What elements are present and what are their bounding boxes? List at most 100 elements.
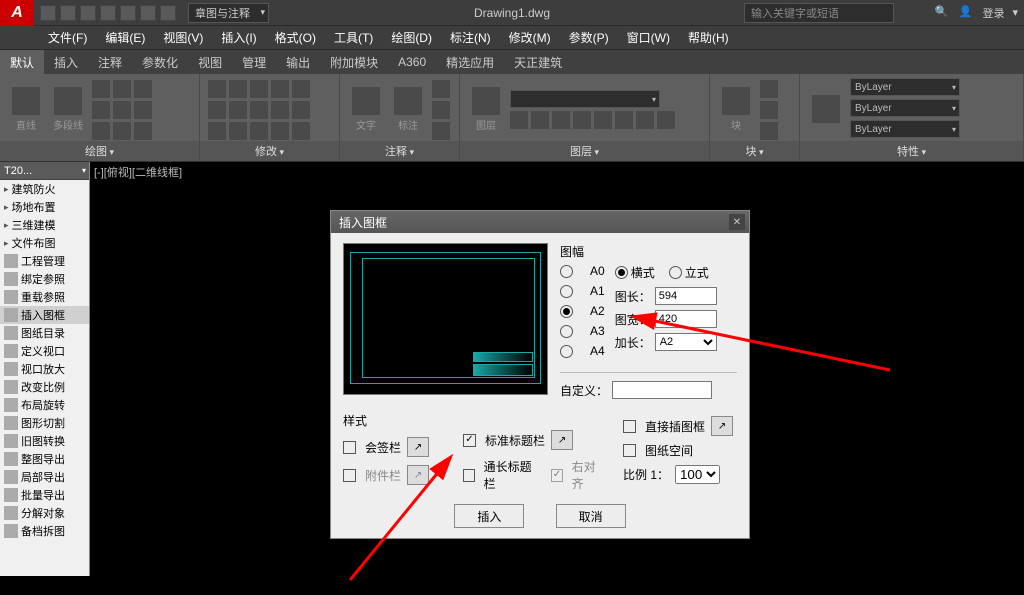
panel-annotate-label[interactable]: 注释 <box>340 141 459 161</box>
width-input[interactable] <box>655 310 717 328</box>
panel-layer-label[interactable]: 图层 <box>460 141 709 161</box>
radio-a3[interactable]: A3 <box>560 324 605 338</box>
sidebar-item-8[interactable]: 图纸目录 <box>0 324 89 342</box>
tab-insert[interactable]: 插入 <box>44 50 88 75</box>
menu-file[interactable]: 文件(F) <box>40 26 95 49</box>
menu-window[interactable]: 窗口(W) <box>619 26 678 49</box>
tab-featured[interactable]: 精选应用 <box>436 50 504 75</box>
menu-modify[interactable]: 修改(M) <box>501 26 559 49</box>
radio-vertical[interactable]: 立式 <box>669 264 709 281</box>
close-icon[interactable]: ✕ <box>729 214 745 230</box>
check-direct[interactable] <box>623 420 636 433</box>
pick-std-title[interactable]: ↗ <box>551 430 573 450</box>
sidebar-item-12[interactable]: 布局旋转 <box>0 396 89 414</box>
menu-view[interactable]: 视图(V) <box>155 26 211 49</box>
panel-draw-label[interactable]: 绘图 <box>0 141 199 161</box>
sidebar-item-4[interactable]: 工程管理 <box>0 252 89 270</box>
search-input[interactable]: 输入关键字或短语 <box>744 3 894 23</box>
check-paperspace[interactable] <box>623 444 636 457</box>
scale-select[interactable]: 100 <box>675 465 720 484</box>
sidebar-item-1[interactable]: 场地布置 <box>0 198 89 216</box>
sidebar-item-17[interactable]: 批量导出 <box>0 486 89 504</box>
radio-a1[interactable]: A1 <box>560 284 605 298</box>
custom-input[interactable] <box>612 381 712 399</box>
menu-format[interactable]: 格式(O) <box>267 26 324 49</box>
tab-view[interactable]: 视图 <box>188 50 232 75</box>
sidebar-item-13[interactable]: 图形切割 <box>0 414 89 432</box>
sidebar-item-2[interactable]: 三维建模 <box>0 216 89 234</box>
tab-output[interactable]: 输出 <box>276 50 320 75</box>
text-button[interactable]: 文字 <box>348 85 384 135</box>
menu-draw[interactable]: 绘图(D) <box>383 26 440 49</box>
dialog-titlebar[interactable]: 插入图框 ✕ <box>331 211 749 233</box>
layer-dropdown[interactable] <box>510 90 660 108</box>
sidebar-item-11[interactable]: 改变比例 <box>0 378 89 396</box>
sidebar-item-14[interactable]: 旧图转换 <box>0 432 89 450</box>
tab-addins[interactable]: 附加模块 <box>320 50 388 75</box>
matchprop-button[interactable] <box>808 85 844 135</box>
sidebar-tab[interactable]: T20... <box>0 162 89 180</box>
new-icon[interactable] <box>40 5 56 21</box>
block-button[interactable]: 块 <box>718 85 754 135</box>
sidebar-item-6[interactable]: 重载参照 <box>0 288 89 306</box>
user-icon[interactable]: 👤 <box>958 5 974 21</box>
radio-a4[interactable]: A4 <box>560 344 605 358</box>
save-icon[interactable] <box>80 5 96 21</box>
cancel-button[interactable]: 取消 <box>556 504 626 528</box>
chevron-down-icon[interactable]: ▾ <box>1012 6 1018 19</box>
saveas-icon[interactable] <box>100 5 116 21</box>
menu-tools[interactable]: 工具(T) <box>326 26 381 49</box>
undo-icon[interactable] <box>140 5 156 21</box>
tab-param[interactable]: 参数化 <box>132 50 188 75</box>
tab-tangent[interactable]: 天正建筑 <box>504 50 572 75</box>
sidebar-item-5[interactable]: 绑定参照 <box>0 270 89 288</box>
lineweight-dropdown[interactable]: ByLayer <box>850 99 960 117</box>
radio-a2[interactable]: A2 <box>560 304 605 318</box>
redo-icon[interactable] <box>160 5 176 21</box>
sidebar-item-18[interactable]: 分解对象 <box>0 504 89 522</box>
panel-properties-label[interactable]: 特性 <box>800 141 1023 161</box>
menu-help[interactable]: 帮助(H) <box>680 26 737 49</box>
check-std-title[interactable] <box>463 434 476 447</box>
sidebar-item-16[interactable]: 局部导出 <box>0 468 89 486</box>
panel-modify-label[interactable]: 修改 <box>200 141 339 161</box>
tab-a360[interactable]: A360 <box>388 51 436 73</box>
sidebar-item-10[interactable]: 视口放大 <box>0 360 89 378</box>
sidebar-item-15[interactable]: 整图导出 <box>0 450 89 468</box>
print-icon[interactable] <box>120 5 136 21</box>
tab-manage[interactable]: 管理 <box>232 50 276 75</box>
menu-insert[interactable]: 插入(I) <box>213 26 264 49</box>
sidebar-item-insert-frame[interactable]: 插入图框 <box>0 306 89 324</box>
linetype-dropdown[interactable]: ByLayer <box>850 120 960 138</box>
dim-button[interactable]: 标注 <box>390 85 426 135</box>
pick-signcol[interactable]: ↗ <box>407 437 429 457</box>
workspace-dropdown[interactable]: 章图与注释 <box>188 3 269 23</box>
radio-a0[interactable]: A0 <box>560 264 605 278</box>
length-input[interactable] <box>655 287 717 305</box>
viewport-label[interactable]: [-][俯视][二维线框] <box>94 164 182 180</box>
extend-select[interactable]: A2 <box>655 333 717 351</box>
tab-default[interactable]: 默认 <box>0 50 44 75</box>
layer-button[interactable]: 图层 <box>468 85 504 135</box>
panel-block-label[interactable]: 块 <box>710 141 799 161</box>
login-label[interactable]: 登录 <box>982 5 1004 21</box>
menu-edit[interactable]: 编辑(E) <box>97 26 153 49</box>
check-long-title[interactable] <box>463 469 475 482</box>
pick-attach[interactable]: ↗ <box>407 465 429 485</box>
polyline-button[interactable]: 多段线 <box>50 85 86 135</box>
menu-dim[interactable]: 标注(N) <box>442 26 499 49</box>
color-dropdown[interactable]: ByLayer <box>850 78 960 96</box>
sidebar-item-0[interactable]: 建筑防火 <box>0 180 89 198</box>
line-button[interactable]: 直线 <box>8 85 44 135</box>
sidebar-item-3[interactable]: 文件布图 <box>0 234 89 252</box>
insert-button[interactable]: 插入 <box>454 504 524 528</box>
binoculars-icon[interactable]: 🔍 <box>934 5 950 21</box>
sidebar-item-19[interactable]: 备档拆图 <box>0 522 89 540</box>
pick-direct[interactable]: ↗ <box>711 416 733 436</box>
radio-horizontal[interactable]: 横式 <box>615 264 655 281</box>
open-icon[interactable] <box>60 5 76 21</box>
tab-annotate[interactable]: 注释 <box>88 50 132 75</box>
sidebar-item-9[interactable]: 定义视口 <box>0 342 89 360</box>
menu-param[interactable]: 参数(P) <box>561 26 617 49</box>
check-signcol[interactable] <box>343 441 356 454</box>
